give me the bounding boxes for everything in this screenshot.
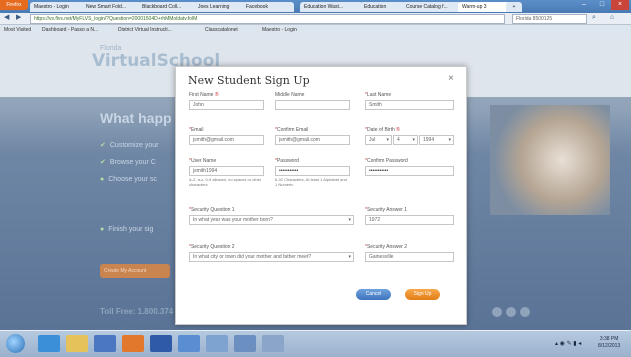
dob-month-select[interactable]: Jul ▾ (365, 135, 392, 145)
media-player-icon[interactable] (94, 335, 116, 352)
social-icon (492, 307, 502, 317)
navigation-bar: ◀ ▶ https://vs.flvs.net/MyFLVS_login/?Qu… (0, 13, 631, 25)
clock[interactable]: 3:38 PM 8/12/2013 (598, 336, 620, 350)
search-input[interactable]: Florida 8500125 (512, 14, 587, 24)
app-icon[interactable] (262, 335, 284, 352)
middle-name-field[interactable] (275, 100, 350, 110)
modal-title: New Student Sign Up (188, 74, 310, 87)
bookmark-district-virtual[interactable]: District Virtual Instructi... (118, 25, 172, 35)
security-question-1-label: *Security Question 1 (189, 207, 235, 213)
last-name-field[interactable]: Smith (365, 100, 454, 110)
bookmark-maestro-login[interactable]: Maestro - Login (262, 25, 297, 35)
signup-modal: New Student Sign Up × First Name ® John … (175, 66, 467, 325)
taskbar: ▴ ◉ ✎ ▮ ◂ 3:38 PM 8/12/2013 (0, 330, 631, 357)
word-icon[interactable] (150, 335, 172, 352)
step-item: ● Choose your sc (100, 176, 157, 183)
social-icon (520, 307, 530, 317)
password-hint: 6-32 Characters, At least 1 Alphabet and… (275, 177, 347, 187)
tab-course-catalog[interactable]: Course Catalog f... (402, 2, 462, 12)
tab-warm-up[interactable]: Warm-up 3 (458, 2, 510, 12)
user-name-label: *User Name (189, 158, 217, 164)
security-question-2-select[interactable]: In what city or town did your mother and… (189, 252, 354, 262)
forward-arrow-icon[interactable]: ▶ (16, 14, 21, 22)
close-icon[interactable]: × (448, 73, 454, 84)
dob-day-select[interactable]: 4 ▾ (393, 135, 418, 145)
back-arrow-icon[interactable]: ◀ (4, 14, 9, 22)
security-answer-1-field[interactable]: 1972 (365, 215, 454, 225)
tab-bar: Firefox Maestro - Login New Smart Fold..… (0, 0, 631, 13)
password-field[interactable]: ••••••••••• (275, 166, 350, 176)
minimize-icon[interactable]: – (575, 0, 593, 10)
first-name-field[interactable]: John (189, 100, 264, 110)
tab-blackboard[interactable]: Blackboard Coll... (138, 2, 198, 12)
security-answer-1-label: *Security Answer 1 (365, 207, 407, 213)
maximize-icon[interactable]: □ (593, 0, 611, 10)
security-question-2-label: *Security Question 2 (189, 244, 235, 250)
toll-free-text: Toll Free: 1.800.374 (100, 307, 174, 316)
step-item: ✔ Customize your (100, 142, 159, 149)
clock-time: 3:38 PM (599, 336, 619, 342)
user-name-field[interactable]: jsmith1994 (189, 166, 264, 176)
new-tab-button[interactable]: + (506, 2, 522, 12)
sign-up-button[interactable]: Sign Up (405, 289, 440, 300)
social-icon (506, 307, 516, 317)
student-photo (490, 105, 610, 215)
tab-education-wast[interactable]: Education Wast... (300, 2, 363, 12)
close-window-icon[interactable]: × (611, 0, 629, 10)
chevron-down-icon: ▾ (386, 137, 389, 143)
password-label: *Password (275, 158, 299, 164)
start-button[interactable] (6, 334, 25, 353)
tab-new-smart-fold[interactable]: New Smart Fold... (82, 2, 142, 12)
confirm-password-field[interactable]: ••••••••••• (365, 166, 454, 176)
app-icon[interactable] (206, 335, 228, 352)
internet-explorer-icon[interactable] (38, 335, 60, 352)
firefox-icon[interactable] (122, 335, 144, 352)
dob-label: *Date of Birth ® (365, 127, 400, 133)
bookmark-classcatalonet[interactable]: Classcatalonet (205, 25, 238, 35)
search-icon[interactable]: ⌕ (592, 14, 596, 22)
check-icon: ✔ (100, 159, 106, 166)
user-name-hint: A-Z, a-z, 0-9 allowed, no spaces or othe… (189, 177, 262, 187)
security-answer-2-label: *Security Answer 2 (365, 244, 407, 250)
chevron-down-icon: ▾ (348, 254, 351, 260)
security-answer-2-field[interactable]: Gainesville (365, 252, 454, 262)
tab-education[interactable]: Education (360, 2, 406, 12)
app-icon[interactable] (234, 335, 256, 352)
page-heading: What happ (100, 110, 172, 126)
cancel-button[interactable]: Cancel (356, 289, 391, 300)
email-field[interactable]: jsmith@gmail.com (189, 135, 264, 145)
last-name-label: *Last Name (365, 92, 392, 98)
system-tray[interactable]: ▴ ◉ ✎ ▮ ◂ (555, 340, 581, 347)
middle-name-label: Middle Name (275, 92, 305, 98)
bookmark-most-visited[interactable]: Most Visited (4, 25, 31, 35)
confirm-email-label: *Confirm Email (275, 127, 309, 133)
folder-icon[interactable] (66, 335, 88, 352)
chevron-down-icon: ▾ (348, 217, 351, 223)
dob-year-select[interactable]: 1994 ▾ (419, 135, 454, 145)
first-name-label: First Name ® (189, 92, 219, 98)
chevron-down-icon: ▾ (448, 137, 451, 143)
tab-joes-learning[interactable]: Joes Learning (194, 2, 246, 12)
step-item: ● Finish your sig (100, 226, 154, 233)
email-label: *Email (189, 127, 204, 133)
tab-facebook[interactable]: Facebook (242, 2, 294, 12)
confirm-password-label: *Confirm Password (365, 158, 408, 164)
tab-maestro-login[interactable]: Maestro - Login (30, 2, 86, 12)
step-item: ✔ Browse your C (100, 159, 156, 166)
check-icon: ✔ (100, 142, 106, 149)
circle-icon: ● (100, 226, 105, 233)
app-icon[interactable] (178, 335, 200, 352)
firefox-menu-button[interactable]: Firefox (0, 0, 28, 10)
home-icon[interactable]: ⌂ (610, 14, 614, 22)
circle-icon: ● (100, 176, 105, 183)
bookmark-dashboard[interactable]: Dashboard - Passo a N... (42, 25, 98, 35)
security-question-1-select[interactable]: In what year was your mother born? ▾ (189, 215, 354, 225)
clock-date: 8/12/2013 (598, 343, 621, 349)
confirm-email-field[interactable]: jsmith@gmail.com (275, 135, 350, 145)
create-account-button: Create My Account (100, 264, 170, 278)
address-bar[interactable]: https://vs.flvs.net/MyFLVS_login/?Questi… (30, 14, 505, 24)
bookmarks-bar: Most Visited Dashboard - Passo a N... Di… (0, 25, 631, 35)
chevron-down-icon: ▾ (412, 137, 415, 143)
